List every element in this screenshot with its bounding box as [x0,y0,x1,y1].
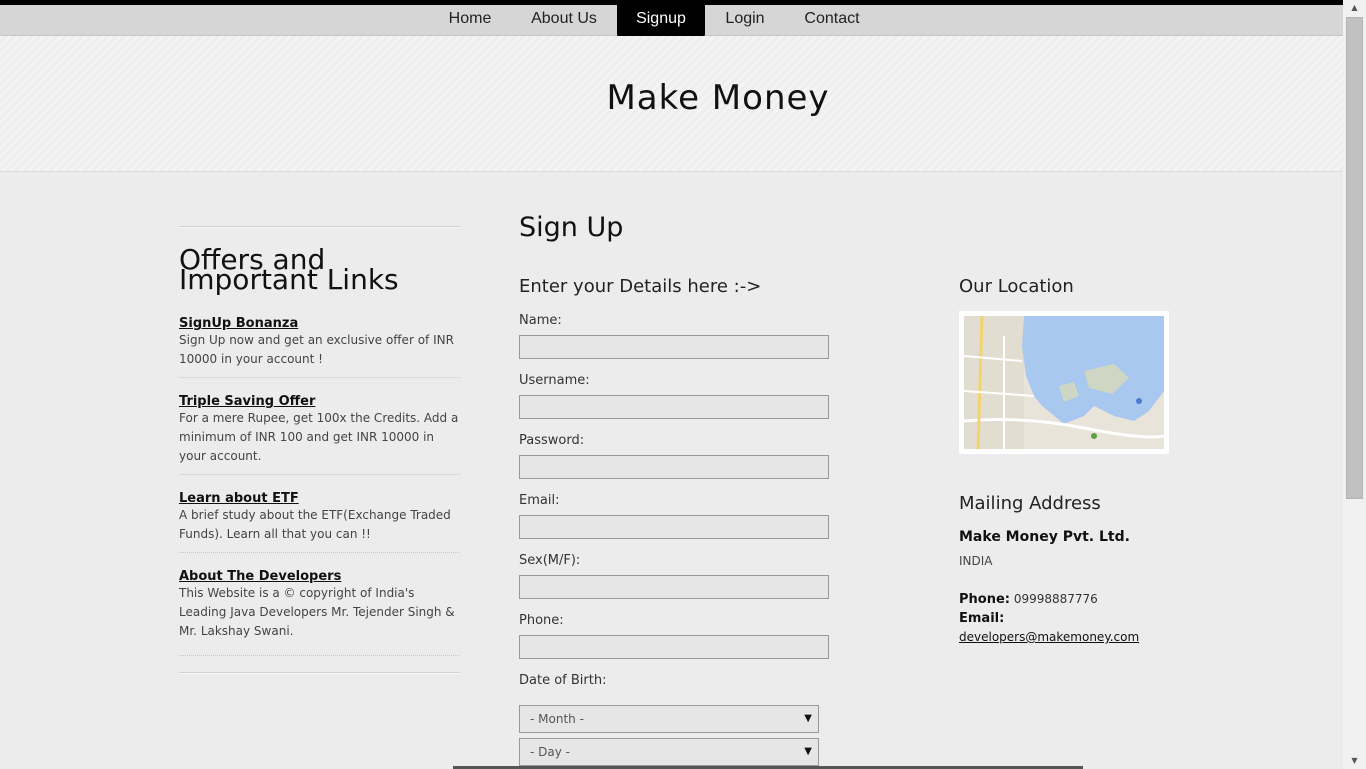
email-label: Email: [519,493,560,508]
name-input[interactable] [519,335,829,359]
username-label: Username: [519,373,590,388]
details-heading: Enter your Details here :-> [519,276,762,297]
divider [179,672,460,674]
name-label: Name: [519,313,562,328]
phone-line: Phone: 09998887776 [959,592,1098,607]
offer-link-signup-bonanza[interactable]: SignUp Bonanza [179,316,298,331]
nav-signup[interactable]: Signup [617,5,705,38]
day-select[interactable]: - Day - ▼ [519,738,819,766]
phone-value: 09998887776 [1013,592,1098,606]
country: INDIA [959,554,993,568]
email-input[interactable] [519,515,829,539]
divider [179,552,460,553]
email-link[interactable]: developers@makemoney.com [959,630,1139,644]
month-select[interactable]: - Month - ▼ [519,705,819,733]
offers-title: Offers and Important Links [179,243,399,296]
day-select-value: - Day - [530,745,570,759]
scroll-down-icon[interactable]: ▼ [1343,753,1366,769]
divider [179,655,460,656]
location-title: Our Location [959,276,1074,297]
contact-sidebar: Our Location Mailing Address Make Money … [959,276,1189,644]
offer-text: A brief study about the ETF(Exchange Tra… [179,508,451,541]
password-input[interactable] [519,455,829,479]
nav-contact[interactable]: Contact [795,5,869,35]
phone-label: Phone: [959,592,1010,607]
offer-item: SignUp Bonanza Sign Up now and get an ex… [179,308,460,386]
nav-home[interactable]: Home [440,5,500,35]
offer-item: About The Developers This Website is a ©… [179,561,460,664]
site-header: Make Money [0,36,1343,172]
offers-sidebar: Offers and Important Links SignUp Bonanz… [179,226,460,674]
chevron-down-icon: ▼ [804,713,812,724]
divider [179,377,460,378]
mailing-title: Mailing Address [959,493,1101,514]
signup-title: Sign Up [519,212,624,243]
nav-about-us[interactable]: About Us [522,5,606,35]
chevron-down-icon: ▼ [804,746,812,757]
offer-text: For a mere Rupee, get 100x the Credits. … [179,411,459,463]
vertical-scrollbar[interactable]: ▲ ▼ [1343,0,1366,769]
offer-link-triple-saving[interactable]: Triple Saving Offer [179,394,315,409]
offer-item: Triple Saving Offer For a mere Rupee, ge… [179,386,460,483]
month-select-value: - Month - [530,712,584,726]
divider [179,226,460,228]
scroll-thumb[interactable] [1346,17,1363,499]
company-name: Make Money Pvt. Ltd. [959,529,1130,545]
map-thumbnail-icon [963,315,1165,450]
offer-text: This Website is a © copyright of India's… [179,586,455,638]
dob-label: Date of Birth: [519,673,607,688]
username-input[interactable] [519,395,829,419]
sex-label: Sex(M/F): [519,553,581,568]
password-label: Password: [519,433,585,448]
site-title: Make Money [606,78,830,118]
nav-login[interactable]: Login [716,5,774,35]
offer-item: Learn about ETF A brief study about the … [179,483,460,561]
scroll-up-icon[interactable]: ▲ [1343,0,1366,16]
email-contact-label: Email: [959,611,1005,626]
divider [179,474,460,475]
offer-link-learn-etf[interactable]: Learn about ETF [179,491,299,506]
offer-text: Sign Up now and get an exclusive offer o… [179,333,454,366]
offer-link-about-developers[interactable]: About The Developers [179,569,341,584]
phone-label: Phone: [519,613,564,628]
main-nav: Home About Us Signup Login Contact [0,5,1343,38]
sex-input[interactable] [519,575,829,599]
location-map[interactable] [959,311,1169,454]
phone-input[interactable] [519,635,829,659]
